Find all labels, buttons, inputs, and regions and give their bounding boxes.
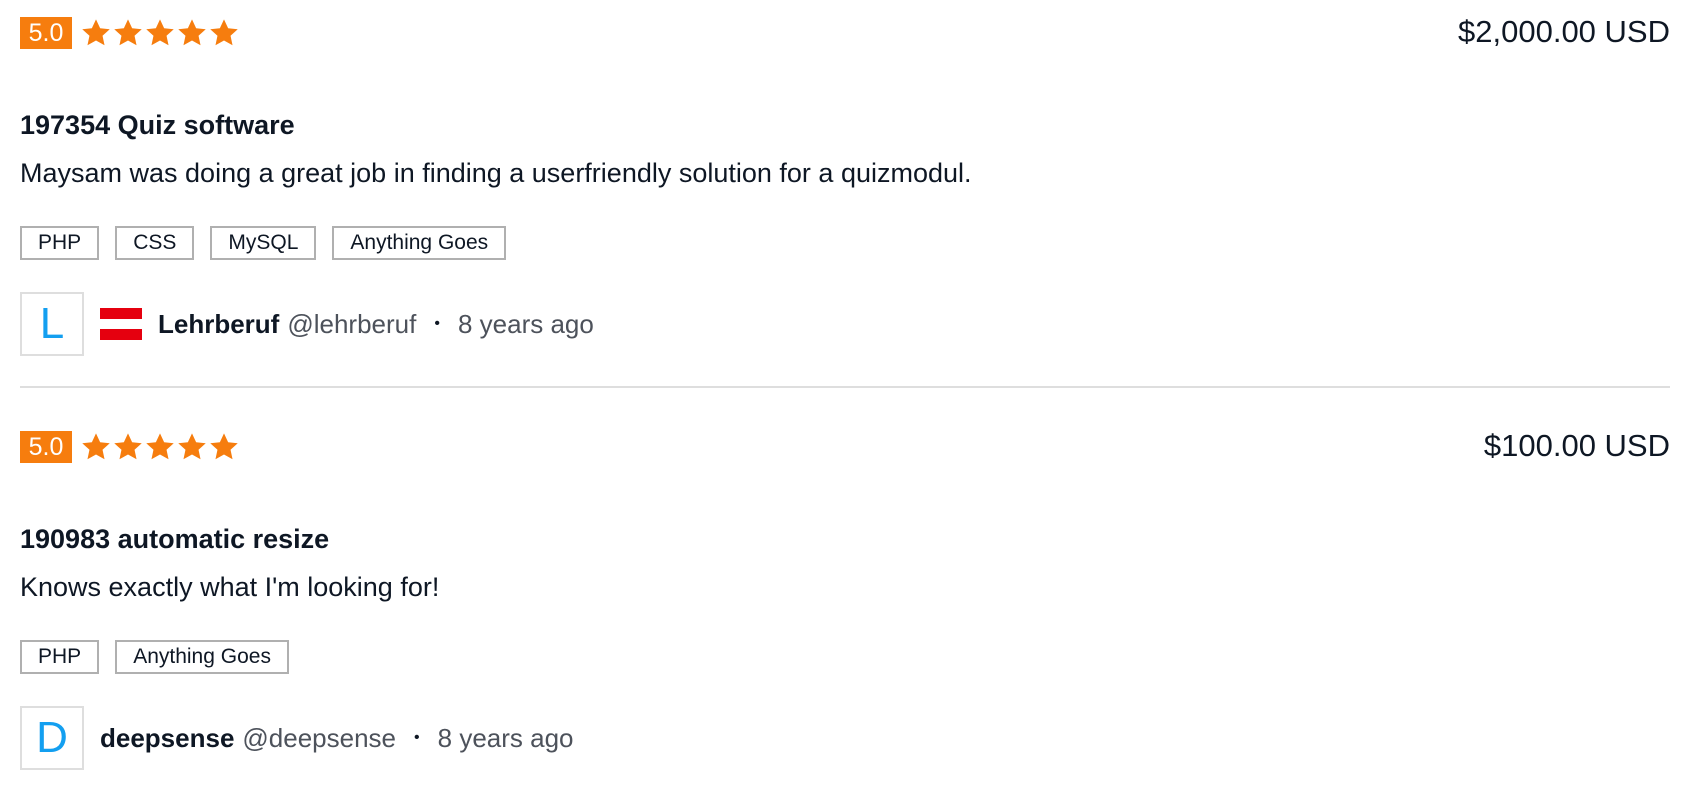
project-title[interactable]: 197354 Quiz software [20,110,295,141]
project-price: $2,000.00 USD [1458,14,1670,49]
rating-row: 5.0 [20,430,240,464]
project-title[interactable]: 190983 automatic resize [20,524,329,555]
star-icon [176,17,208,49]
skill-tag[interactable]: PHP [20,226,100,260]
star-icon [208,431,240,463]
star-rating [80,431,240,463]
reviewer-info: D deepsense @deepsense • 8 years ago [20,706,574,770]
skill-tag[interactable]: CSS [115,226,195,260]
skill-tag[interactable]: Anything Goes [332,226,507,260]
skill-tag[interactable]: Anything Goes [115,640,289,674]
review-comment: Knows exactly what I'm looking for! [20,572,440,602]
reviewer-name[interactable]: deepsense [100,723,234,754]
reviewer-handle: @lehrberuf [287,308,417,339]
separator-dot: • [414,729,420,746]
skill-tags: PHP CSS MySQL Anything Goes [20,226,507,260]
star-icon [208,17,240,49]
reviewer-name[interactable]: Lehrberuf [158,309,279,340]
project-price: $100.00 USD [1483,428,1670,463]
star-icon [112,17,144,49]
star-icon [80,17,112,49]
star-icon [112,431,144,463]
review-comment: Maysam was doing a great job in finding … [20,158,972,188]
avatar[interactable]: L [20,292,84,356]
star-rating [80,17,240,49]
review-time: 8 years ago [437,722,574,753]
austria-flag-icon [100,308,142,341]
rating-score-badge: 5.0 [20,17,72,49]
star-icon [176,431,208,463]
reviewer-handle: @deepsense [242,722,397,753]
star-icon [80,431,112,463]
review-item: 5.0 $100.00 USD 190983 automatic resize … [20,386,1670,788]
avatar[interactable]: D [20,706,84,770]
rating-score-badge: 5.0 [20,431,72,463]
skill-tag[interactable]: MySQL [210,226,317,260]
skill-tag[interactable]: PHP [20,640,100,674]
separator-dot: • [434,315,440,332]
star-icon [144,431,176,463]
review-time: 8 years ago [457,308,594,339]
review-item: 5.0 $2,000.00 USD 197354 Quiz software M… [20,0,1670,386]
rating-row: 5.0 [20,16,240,50]
star-icon [144,17,176,49]
skill-tags: PHP Anything Goes [20,640,289,674]
review-list: 5.0 $2,000.00 USD 197354 Quiz software M… [20,0,1670,788]
reviewer-info: L Lehrberuf @lehrberuf • 8 years ago [20,292,594,356]
